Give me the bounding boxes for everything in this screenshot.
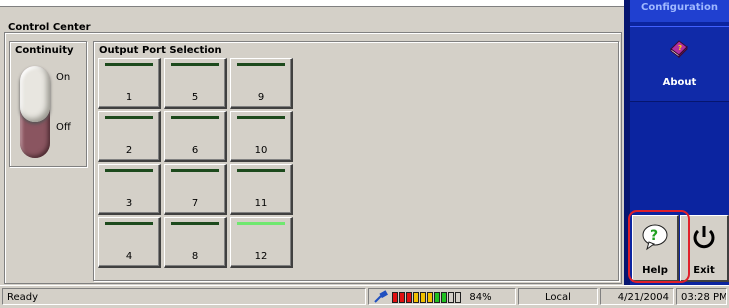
signal-segment: [427, 291, 434, 303]
signal-segment: [399, 291, 406, 303]
signal-segment: [455, 291, 462, 303]
port-led: [237, 222, 285, 225]
output-port-title: Output Port Selection: [99, 45, 222, 56]
port-led: [171, 222, 219, 225]
port-number: 6: [191, 145, 199, 156]
port-led: [105, 222, 153, 225]
port-number: 3: [125, 198, 133, 209]
port-led: [171, 169, 219, 172]
power-icon: [693, 226, 715, 249]
book-question-icon: ?: [670, 40, 688, 59]
port-number: 5: [191, 92, 199, 103]
port-number: 1: [125, 92, 133, 103]
port-button-1[interactable]: 1: [98, 58, 161, 109]
port-number: 7: [191, 198, 199, 209]
help-highlight-annotation: [628, 210, 690, 283]
port-button-10[interactable]: 10: [230, 111, 293, 162]
port-button-8[interactable]: 8: [164, 217, 227, 268]
port-number: 10: [254, 145, 268, 156]
svg-text:?: ?: [678, 44, 682, 52]
port-led: [237, 169, 285, 172]
port-number: 11: [254, 198, 268, 209]
signal-segment: [413, 291, 420, 303]
signal-segment: [392, 291, 399, 303]
time-text: 03:28 PM: [676, 288, 727, 305]
signal-percent: 84%: [469, 292, 492, 303]
port-button-12[interactable]: 12: [230, 217, 293, 268]
signal-strength-meter: [392, 291, 462, 303]
port-button-7[interactable]: 7: [164, 164, 227, 215]
port-button-3[interactable]: 3: [98, 164, 161, 215]
port-led: [237, 116, 285, 119]
port-led: [171, 63, 219, 66]
port-number: 9: [257, 92, 265, 103]
port-button-4[interactable]: 4: [98, 217, 161, 268]
configuration-button[interactable]: Configuration: [630, 0, 729, 22]
port-button-2[interactable]: 2: [98, 111, 161, 162]
port-led: [105, 169, 153, 172]
port-led: [105, 116, 153, 119]
port-number: 12: [254, 251, 268, 262]
port-button-6[interactable]: 6: [164, 111, 227, 162]
main-area: Control Center Continuity On Off Output …: [0, 0, 624, 285]
port-led: [237, 63, 285, 66]
port-button-9[interactable]: 9: [230, 58, 293, 109]
continuity-toggle-knob[interactable]: [20, 66, 50, 122]
location-text: Local: [518, 288, 598, 305]
port-led: [171, 116, 219, 119]
toggle-on-label: On: [56, 72, 71, 83]
status-text: Ready: [2, 288, 366, 305]
about-label: About: [662, 77, 697, 88]
signal-segment: [406, 291, 413, 303]
port-button-5[interactable]: 5: [164, 58, 227, 109]
signal-segment: [420, 291, 427, 303]
satellite-icon: [374, 290, 388, 303]
control-center-frame: Continuity On Off Output Port Selection …: [4, 32, 622, 284]
port-number: 2: [125, 145, 133, 156]
top-edge: [0, 0, 624, 7]
port-number: 4: [125, 251, 133, 262]
port-led: [105, 63, 153, 66]
about-button[interactable]: ? About: [630, 26, 729, 102]
continuity-group: Continuity On Off: [9, 41, 87, 167]
toggle-off-label: Off: [56, 122, 71, 133]
signal-segment: [441, 291, 448, 303]
signal-segment: [448, 291, 455, 303]
date-text: 4/21/2004: [600, 288, 674, 305]
output-port-group: Output Port Selection 1 5 9 2 6 10 3 7 11 4 8 12: [93, 41, 619, 281]
continuity-toggle[interactable]: [20, 66, 50, 158]
statusbar: Ready 84% Local 4/21/2004 03:28 PM: [0, 285, 729, 308]
signal-segment: [434, 291, 441, 303]
continuity-title: Continuity: [15, 45, 74, 56]
port-button-11[interactable]: 11: [230, 164, 293, 215]
signal-cell: 84%: [368, 288, 516, 305]
port-number: 8: [191, 251, 199, 262]
